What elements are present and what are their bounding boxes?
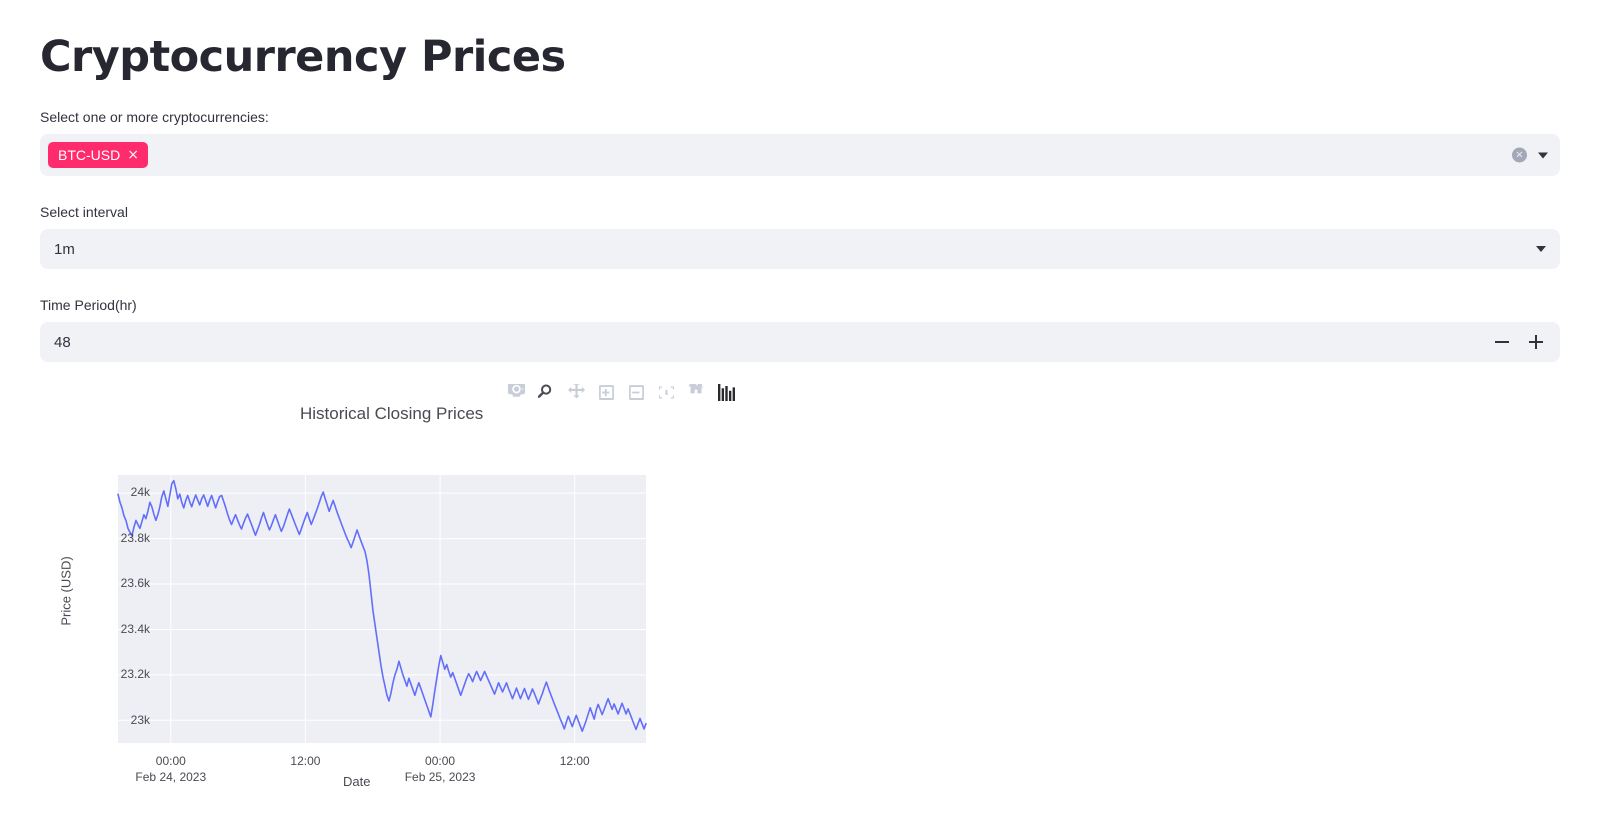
- y-axis-ticks: 23k 23.2k 23.4k 23.6k 23.8k 24k: [98, 376, 150, 806]
- y-tick-label: 24k: [130, 485, 150, 500]
- plus-icon[interactable]: [1528, 334, 1544, 350]
- y-tick-label: 23k: [130, 712, 150, 727]
- y-tick-label: 23.8k: [120, 530, 150, 545]
- y-axis-label: Price (USD): [58, 556, 74, 626]
- time-period-input[interactable]: 48: [40, 322, 1560, 363]
- x-tick-label: 12:00: [290, 754, 321, 769]
- y-tick-label: 23.6k: [120, 576, 150, 591]
- plot-area[interactable]: 23k 23.2k 23.4k 23.6k 23.8k 24k 00:00 Feb 24, …: [40, 376, 740, 806]
- crypto-select-label: Select one or more cryptocurrencies:: [40, 109, 269, 126]
- x-tick-label: 12:00: [559, 754, 590, 769]
- chevron-down-icon[interactable]: [1538, 152, 1548, 159]
- time-period-value: 48: [54, 333, 71, 351]
- time-period-label: Time Period(hr): [40, 297, 137, 314]
- multiselect-actions: ×: [1512, 147, 1548, 163]
- time-period-block: Time Period(hr) 48: [40, 295, 1560, 363]
- x-axis-label: Date: [343, 774, 371, 790]
- plot-background: [118, 475, 646, 744]
- crypto-select-block: Select one or more cryptocurrencies: BTC…: [40, 107, 1560, 177]
- x-tick-label: 00:00 Feb 25, 2023: [404, 754, 476, 785]
- interval-select-block: Select interval 1m: [40, 202, 1560, 270]
- close-icon[interactable]: ×: [127, 148, 139, 162]
- historical-prices-chart: Historical Closing Prices 23k 23.2k 23.4k 2…: [40, 376, 740, 806]
- crypto-multiselect[interactable]: BTC-USD × ×: [40, 134, 1560, 177]
- tag-label: BTC-USD: [58, 146, 121, 163]
- chevron-down-icon[interactable]: [1536, 246, 1546, 253]
- selected-tag-btc-usd[interactable]: BTC-USD ×: [48, 142, 148, 169]
- y-tick-label: 23.4k: [120, 621, 150, 636]
- main-container: Cryptocurrency Prices Select one or more…: [0, 0, 1600, 806]
- interval-select[interactable]: 1m: [40, 229, 1560, 270]
- y-tick-label: 23.2k: [120, 667, 150, 682]
- minus-icon[interactable]: [1494, 334, 1510, 350]
- page-title: Cryptocurrency Prices: [40, 32, 566, 82]
- quantity-stepper: [1494, 322, 1552, 362]
- app-root: Cryptocurrency Prices Select one or more…: [0, 0, 1600, 836]
- clear-all-icon[interactable]: ×: [1512, 147, 1527, 163]
- x-tick-label: 00:00 Feb 24, 2023: [135, 754, 207, 785]
- interval-select-label: Select interval: [40, 204, 128, 221]
- interval-select-value: 1m: [54, 240, 75, 258]
